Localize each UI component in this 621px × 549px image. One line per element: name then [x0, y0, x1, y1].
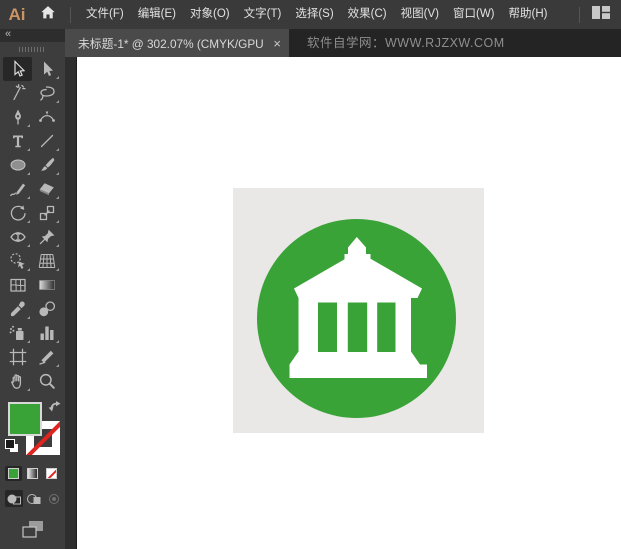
draw-behind-button[interactable] [25, 490, 43, 507]
menu-item-window[interactable]: 窗口(W) [446, 0, 502, 29]
canvas[interactable] [77, 57, 621, 549]
hand-tool[interactable] [3, 369, 32, 393]
document-tab-title: 未标题-1* @ 302.07% (CMYK/GPU 预览) [78, 35, 265, 52]
menu-item-effect[interactable]: 效果(C) [341, 0, 394, 29]
home-icon [40, 5, 56, 25]
tabbar: 未标题-1* @ 302.07% (CMYK/GPU 预览) × 软件自学网：W… [65, 29, 621, 57]
ai-logo[interactable]: Ai [0, 5, 34, 25]
blend-tool[interactable] [32, 297, 61, 321]
paintbrush-tool[interactable] [32, 153, 61, 177]
lasso-tool[interactable] [32, 81, 61, 105]
home-button[interactable] [34, 5, 62, 25]
default-fill-stroke-icon[interactable] [4, 438, 20, 454]
gradient-tool[interactable] [32, 273, 61, 297]
panel-grip[interactable] [19, 47, 46, 52]
none-chip [46, 468, 57, 479]
width-tool[interactable] [3, 225, 32, 249]
selection-tool[interactable] [3, 57, 32, 81]
menu-item-help[interactable]: 帮助(H) [502, 0, 555, 29]
gradient-chip [27, 468, 38, 479]
fill-color-chip [8, 468, 19, 479]
menu-item-file[interactable]: 文件(F) [79, 0, 131, 29]
tab-close-icon[interactable]: × [265, 37, 281, 50]
eyedropper-tool[interactable] [3, 297, 32, 321]
collapse-panel-icon: « [5, 28, 11, 40]
panel-gutter [65, 57, 77, 549]
menubar-right [571, 6, 621, 24]
draw-normal-button[interactable] [5, 490, 23, 507]
menu-item-object[interactable]: 对象(O) [183, 0, 237, 29]
slice-tool[interactable] [32, 345, 61, 369]
document-tab[interactable]: 未标题-1* @ 302.07% (CMYK/GPU 预览) × [65, 29, 289, 57]
menu-item-edit[interactable]: 编辑(E) [131, 0, 183, 29]
none-button[interactable] [43, 466, 60, 481]
gradient-button[interactable] [24, 466, 41, 481]
menu-items: 文件(F)编辑(E)对象(O)文字(T)选择(S)效果(C)视图(V)窗口(W)… [79, 0, 554, 29]
tools-panel [0, 42, 65, 549]
screen-mode-button[interactable] [21, 520, 45, 544]
symbol-sprayer-tool[interactable] [3, 321, 32, 345]
zoom-tool[interactable] [32, 369, 61, 393]
artboard-tool[interactable] [3, 345, 32, 369]
magic-wand-tool[interactable] [3, 81, 32, 105]
menubar-separator [70, 7, 71, 23]
perspective-grid-tool[interactable] [32, 249, 61, 273]
curvature-tool[interactable] [32, 105, 61, 129]
bank-icon-artwork[interactable] [233, 188, 484, 433]
type-tool[interactable] [3, 129, 32, 153]
swap-fill-stroke-icon[interactable] [48, 400, 62, 418]
eraser-tool[interactable] [32, 177, 61, 201]
tools-grid [3, 57, 63, 393]
menubar-separator-right [579, 7, 580, 23]
direct-selection-tool[interactable] [32, 57, 61, 81]
fill-swatch[interactable] [8, 402, 42, 436]
panel-collapse-strip[interactable]: « [0, 29, 65, 42]
line-segment-tool[interactable] [32, 129, 61, 153]
scale-tool[interactable] [32, 201, 61, 225]
mesh-tool[interactable] [3, 273, 32, 297]
rotate-tool[interactable] [3, 201, 32, 225]
menu-item-select[interactable]: 选择(S) [288, 0, 340, 29]
pen-tool[interactable] [3, 105, 32, 129]
bank-columns-gaps [318, 303, 396, 353]
illustrator-window: Ai 文件(F)编辑(E)对象(O)文字(T)选择(S)效果(C)视图(V)窗口… [0, 0, 621, 549]
shaper-tool[interactable] [3, 177, 32, 201]
color-button[interactable] [5, 466, 22, 481]
color-buttons [5, 466, 60, 481]
fill-stroke-area [0, 400, 65, 466]
column-graph-tool[interactable] [32, 321, 61, 345]
shape-builder-tool[interactable] [3, 249, 32, 273]
drawing-modes [5, 490, 63, 507]
ellipse-tool[interactable] [3, 153, 32, 177]
workspace-switcher-icon[interactable] [588, 6, 614, 24]
menu-item-type[interactable]: 文字(T) [237, 0, 289, 29]
puppet-warp-tool[interactable] [32, 225, 61, 249]
draw-inside-button[interactable] [45, 490, 63, 507]
menu-item-view[interactable]: 视图(V) [394, 0, 446, 29]
menubar: Ai 文件(F)编辑(E)对象(O)文字(T)选择(S)效果(C)视图(V)窗口… [0, 0, 621, 29]
promo-text: 软件自学网：WWW.RJZXW.COM [307, 29, 505, 57]
